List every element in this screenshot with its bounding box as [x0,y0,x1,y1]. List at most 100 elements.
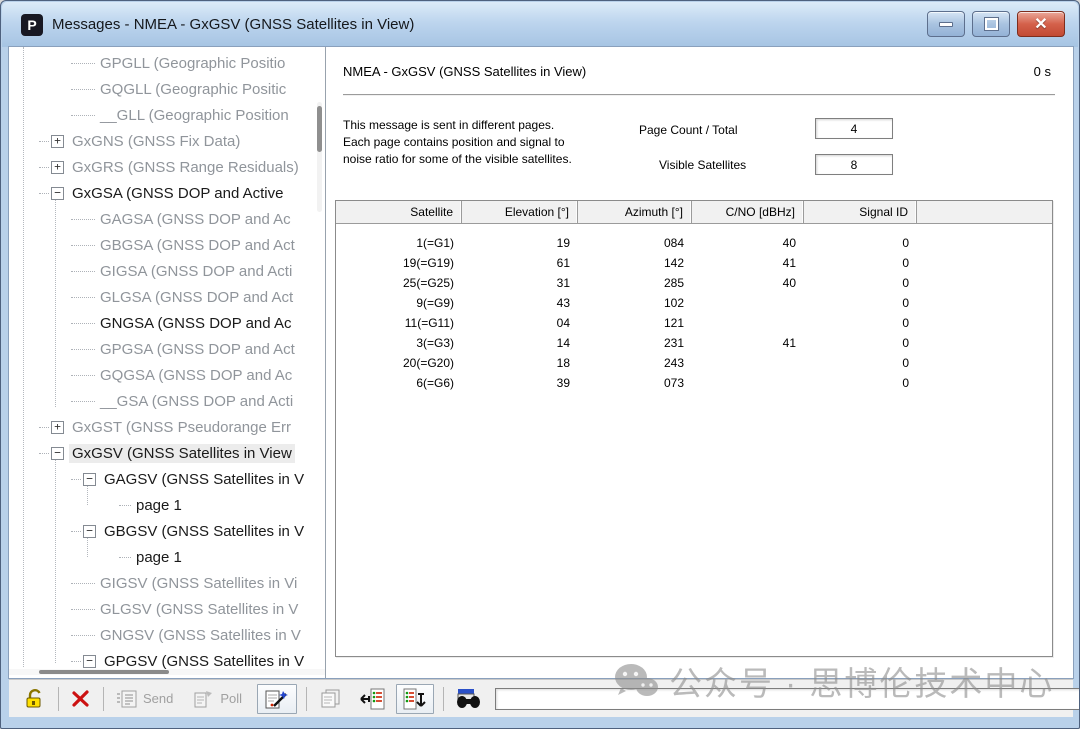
tree-connector [39,427,49,428]
message-age: 0 s [1034,64,1051,79]
clear-button[interactable] [68,687,94,711]
collapse-icon[interactable]: − [83,655,96,668]
window-bottom-border [1,714,1079,728]
tree-item[interactable]: GPGLL (Geographic Positio [9,50,315,76]
table-cell: 11(=G11) [336,313,462,333]
tree-item[interactable]: GQGSA (GNSS DOP and Ac [9,362,315,388]
expand-icon[interactable]: + [51,135,64,148]
scrollbar-thumb[interactable] [39,670,169,674]
tree-item[interactable]: −GxGSV (GNSS Satellites in View [9,440,315,466]
tree-item-label: page 1 [133,496,185,515]
page-count-label: Page Count / Total [639,123,738,137]
tree-item[interactable]: GPGSA (GNSS DOP and Act [9,336,315,362]
tree-item-label: GIGSV (GNSS Satellites in Vi [97,574,300,593]
tree-connector [71,531,81,532]
move-left-button[interactable] [356,686,388,712]
divider [343,94,1055,95]
message-tree: GPGLL (Geographic PositioGQGLL (Geograph… [9,47,326,678]
tree-item[interactable]: __GLL (Geographic Position [9,102,315,128]
tree-item-label: GIGSA (GNSS DOP and Acti [97,262,295,281]
satellites-table: SatelliteElevation [°]Azimuth [°]C/NO [d… [335,200,1053,657]
tree-vertical-scrollbar[interactable] [317,102,322,212]
delete-x-icon [71,689,91,709]
column-header[interactable]: Satellite [336,201,462,223]
tree-horizontal-scrollbar[interactable] [9,669,325,675]
table-row: 20(=G20)182430 [336,353,1052,373]
table-cell: 142 [578,253,692,273]
table-cell: 40 [692,273,804,293]
tree-item[interactable]: GLGSV (GNSS Satellites in V [9,596,315,622]
table-cell [692,293,804,313]
table-cell: 0 [804,233,917,253]
tree-item[interactable]: + GxGST (GNSS Pseudorange Err [9,414,315,440]
minimize-button[interactable] [927,11,965,37]
arrow-left-list-icon [359,688,385,710]
collapse-icon[interactable]: − [83,473,96,486]
binoculars-window-icon [456,688,482,710]
scrollbar-thumb[interactable] [317,106,322,152]
titlebar[interactable]: P Messages - NMEA - GxGSV (GNSS Satellit… [2,2,1078,47]
tree-item[interactable]: GBGSA (GNSS DOP and Act [9,232,315,258]
table-cell [692,313,804,333]
tree-item[interactable]: −GxGSA (GNSS DOP and Active [9,180,315,206]
messages-window: P Messages - NMEA - GxGSV (GNSS Satellit… [0,0,1080,729]
tree-item[interactable]: GIGSV (GNSS Satellites in Vi [9,570,315,596]
tree-item[interactable]: __GSA (GNSS DOP and Acti [9,388,315,414]
column-header[interactable]: Signal ID [804,201,917,223]
command-input[interactable] [495,688,1080,710]
tree-item[interactable]: +GxGRS (GNSS Range Residuals) [9,154,315,180]
customize-view-button[interactable] [257,684,297,714]
message-view-title: NMEA - GxGSV (GNSS Satellites in View) [343,64,586,79]
table-cell: 0 [804,353,917,373]
tree-connector [71,63,95,64]
expand-icon[interactable]: + [51,161,64,174]
column-header[interactable]: C/NO [dBHz] [692,201,804,223]
move-down-button[interactable] [396,684,434,714]
copy-pages-button[interactable] [316,686,346,711]
arrow-down-list-icon [403,688,427,710]
collapse-icon[interactable]: − [51,187,64,200]
tree-item-label: GxGST (GNSS Pseudorange Err [69,418,294,437]
tree-connector [39,167,49,168]
find-button[interactable] [453,686,485,712]
tree-item[interactable]: GLGSA (GNSS DOP and Act [9,284,315,310]
message-view: NMEA - GxGSV (GNSS Satellites in View) 0… [326,47,1073,678]
table-cell: 6(=G6) [336,373,462,393]
lock-button[interactable] [21,686,49,711]
restore-button[interactable] [972,11,1010,37]
table-row: 3(=G3)14231410 [336,333,1052,353]
page-count-value: 4 [815,118,893,139]
expand-icon[interactable]: + [51,421,64,434]
tree-connector [71,297,95,298]
tree-connector [71,89,95,90]
tree-connector [39,453,49,454]
tree-item[interactable]: −GAGSV (GNSS Satellites in V [9,466,315,492]
tree-item-label: GxGSA (GNSS DOP and Active [69,184,286,203]
column-header[interactable]: Elevation [°] [462,201,578,223]
tree-item[interactable]: GAGSA (GNSS DOP and Ac [9,206,315,232]
tree-connector [71,271,95,272]
column-header[interactable]: Azimuth [°] [578,201,692,223]
tree-item[interactable]: page 1 [9,492,315,518]
table-cell: 0 [804,373,917,393]
send-list-icon [116,690,138,708]
tree-item[interactable]: −GBGSV (GNSS Satellites in V [9,518,315,544]
collapse-icon[interactable]: − [51,447,64,460]
poll-button[interactable]: Poll [190,687,245,710]
tree-item[interactable]: GIGSA (GNSS DOP and Acti [9,258,315,284]
toolbar: Send Poll [9,679,1073,717]
tree-item-label: page 1 [133,548,185,567]
tree-connector [71,323,95,324]
tree-connector [71,661,81,662]
tree-item[interactable]: page 1 [9,544,315,570]
tree-connector [71,349,95,350]
tree-item[interactable]: +GxGNS (GNSS Fix Data) [9,128,315,154]
tree-item-label: GNGSV (GNSS Satellites in V [97,626,304,645]
table-cell: 0 [804,253,917,273]
tree-item[interactable]: GNGSA (GNSS DOP and Ac [9,310,315,336]
send-button[interactable]: Send [113,688,176,710]
collapse-icon[interactable]: − [83,525,96,538]
tree-item[interactable]: GNGSV (GNSS Satellites in V [9,622,315,648]
close-button[interactable]: ✕ [1017,11,1065,37]
tree-item[interactable]: GQGLL (Geographic Positic [9,76,315,102]
